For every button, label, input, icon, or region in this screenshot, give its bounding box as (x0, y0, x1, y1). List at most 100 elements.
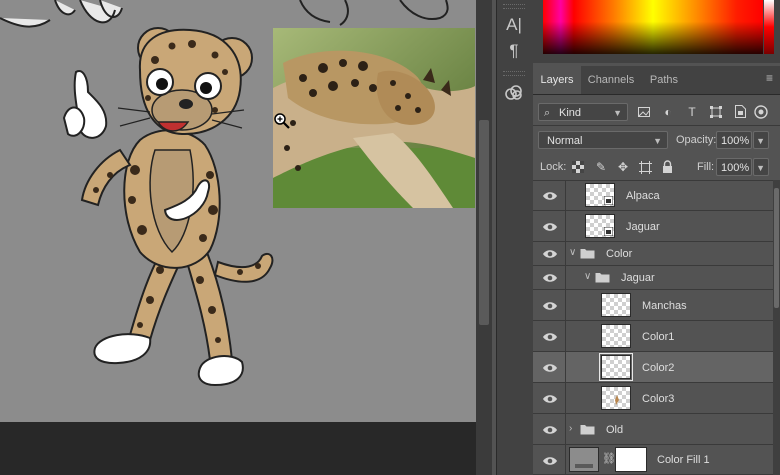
lock-image-pixels-brush-icon[interactable]: ✎ (592, 158, 610, 176)
canvas-scroll-thumb[interactable] (479, 120, 489, 325)
character-panel-icon[interactable]: A| (500, 13, 528, 37)
layer-row-color-fill-1[interactable]: ⛓ Color Fill 1 (533, 445, 773, 475)
smart-object-badge-icon (604, 227, 613, 236)
eye-icon[interactable] (542, 298, 558, 314)
layer-name: Color2 (642, 362, 675, 374)
fill-indicator (575, 464, 593, 468)
lock-transparent-pixels-icon[interactable] (569, 158, 587, 176)
chevron-down-icon: ▼ (756, 136, 765, 146)
layer-name: Color Fill 1 (657, 454, 710, 466)
filter-shape-icon[interactable] (707, 103, 725, 121)
eye-icon[interactable] (542, 188, 558, 204)
layer-row-color1[interactable]: Color1 (533, 321, 773, 352)
search-icon: ⌕ (544, 107, 551, 119)
column-divider (565, 321, 566, 351)
folder-icon (580, 425, 595, 435)
chevron-down-icon: ▼ (613, 108, 622, 118)
eye-icon[interactable] (542, 219, 558, 235)
panel-menu-icon[interactable]: ≡ (766, 72, 773, 84)
chevron-down-icon: ▼ (756, 163, 765, 173)
strip-grip[interactable] (503, 71, 525, 76)
chevron-down-icon[interactable]: ∨ (584, 271, 591, 282)
eye-icon[interactable] (542, 360, 558, 376)
layer-name: Manchas (642, 300, 687, 312)
eye-icon[interactable] (542, 270, 558, 286)
filter-adjustment-icon[interactable]: ◐ (659, 103, 677, 121)
zoom-in-cursor-icon (273, 112, 291, 135)
tab-layers[interactable]: Layers (533, 66, 581, 94)
layer-thumbnail[interactable] (601, 386, 631, 410)
paragraph-panel-icon[interactable]: ¶ (500, 39, 528, 63)
column-divider (565, 352, 566, 382)
layer-row-jaguar-smart[interactable]: Jaguar (533, 211, 773, 242)
filter-toggle-icon[interactable] (752, 103, 770, 121)
layer-thumbnail[interactable] (585, 214, 615, 238)
chevron-down-icon: ▼ (653, 136, 662, 146)
opacity-value: 100% (721, 135, 750, 147)
pasteboard (0, 422, 476, 475)
layer-mask-thumbnail[interactable] (615, 447, 647, 472)
filter-pixel-icon[interactable] (635, 103, 653, 121)
layer-thumbnail-selected[interactable] (599, 353, 633, 381)
layer-row-color2[interactable]: Color2 (533, 352, 773, 383)
fill-dropdown[interactable]: ▼ (753, 158, 769, 176)
ocelot-reference-photo[interactable] (273, 28, 475, 208)
layer-name: Color1 (642, 331, 675, 343)
fill-value: 100% (721, 162, 750, 174)
opacity-dropdown[interactable]: ▼ (753, 131, 769, 149)
fill-swatch-thumbnail[interactable] (569, 447, 599, 472)
thumbnail-content (615, 395, 619, 405)
color-ramp-side[interactable] (764, 0, 774, 54)
layer-name: Old (606, 424, 624, 436)
link-icon[interactable]: ⛓ (602, 452, 616, 465)
tab-channels[interactable]: Channels (583, 66, 639, 94)
chevron-down-icon[interactable]: ∨ (569, 247, 576, 258)
filter-kind-value: Kind (559, 107, 582, 119)
eye-icon[interactable] (542, 422, 558, 438)
eye-icon[interactable] (542, 391, 558, 407)
layer-group-jaguar[interactable]: ∨ Jaguar (533, 266, 773, 290)
lock-label: Lock: (540, 161, 567, 173)
filter-smart-object-icon[interactable] (731, 103, 749, 121)
libraries-icon[interactable] (500, 81, 528, 105)
blend-mode-value: Normal (547, 135, 583, 147)
strip-grip[interactable] (503, 4, 525, 9)
lock-position-move-icon[interactable]: ✥ (614, 158, 632, 176)
layer-name: Color (606, 248, 633, 260)
color-spectrum[interactable] (543, 0, 763, 54)
chevron-right-icon[interactable]: › (569, 423, 572, 434)
eye-icon[interactable] (542, 246, 558, 262)
opacity-label: Opacity: (676, 134, 717, 146)
blend-mode-select[interactable]: Normal ▼ (538, 131, 668, 149)
eye-icon[interactable] (542, 329, 558, 345)
layers-list: Alpaca Jaguar ∨ Color ∨ Jaguar Manchas C (533, 180, 773, 475)
layer-filter-kind-select[interactable]: ⌕ Kind ▼ (538, 103, 628, 121)
panel-tabs: Layers Channels Paths (533, 66, 780, 95)
divider (533, 125, 780, 126)
layer-group-old[interactable]: › Old (533, 414, 773, 445)
layer-row-color3[interactable]: Color3 (533, 383, 773, 414)
layers-scroll-thumb[interactable] (774, 188, 779, 308)
column-divider (565, 414, 566, 444)
column-divider (565, 445, 566, 474)
layer-group-color[interactable]: ∨ Color (533, 242, 773, 266)
lock-all-icon[interactable] (658, 158, 676, 176)
fill-input[interactable]: 100% (716, 158, 752, 176)
lock-artboard-icon[interactable] (636, 158, 654, 176)
column-divider (565, 211, 566, 241)
folder-icon (595, 273, 610, 283)
layer-row-alpaca[interactable]: Alpaca (533, 180, 773, 211)
eye-icon[interactable] (542, 453, 558, 469)
layer-thumbnail[interactable] (601, 324, 631, 348)
layer-thumbnail[interactable] (601, 293, 631, 317)
fill-label: Fill: (697, 161, 715, 173)
opacity-input[interactable]: 100% (716, 131, 752, 149)
tab-paths[interactable]: Paths (641, 66, 687, 94)
document-canvas[interactable] (0, 0, 476, 422)
smart-object-badge-icon (604, 196, 613, 205)
layer-thumbnail[interactable] (585, 183, 615, 207)
layer-name: Color3 (642, 393, 675, 405)
layer-row-manchas[interactable]: Manchas (533, 290, 773, 321)
filter-type-icon[interactable]: T (683, 103, 701, 121)
column-divider (565, 383, 566, 413)
